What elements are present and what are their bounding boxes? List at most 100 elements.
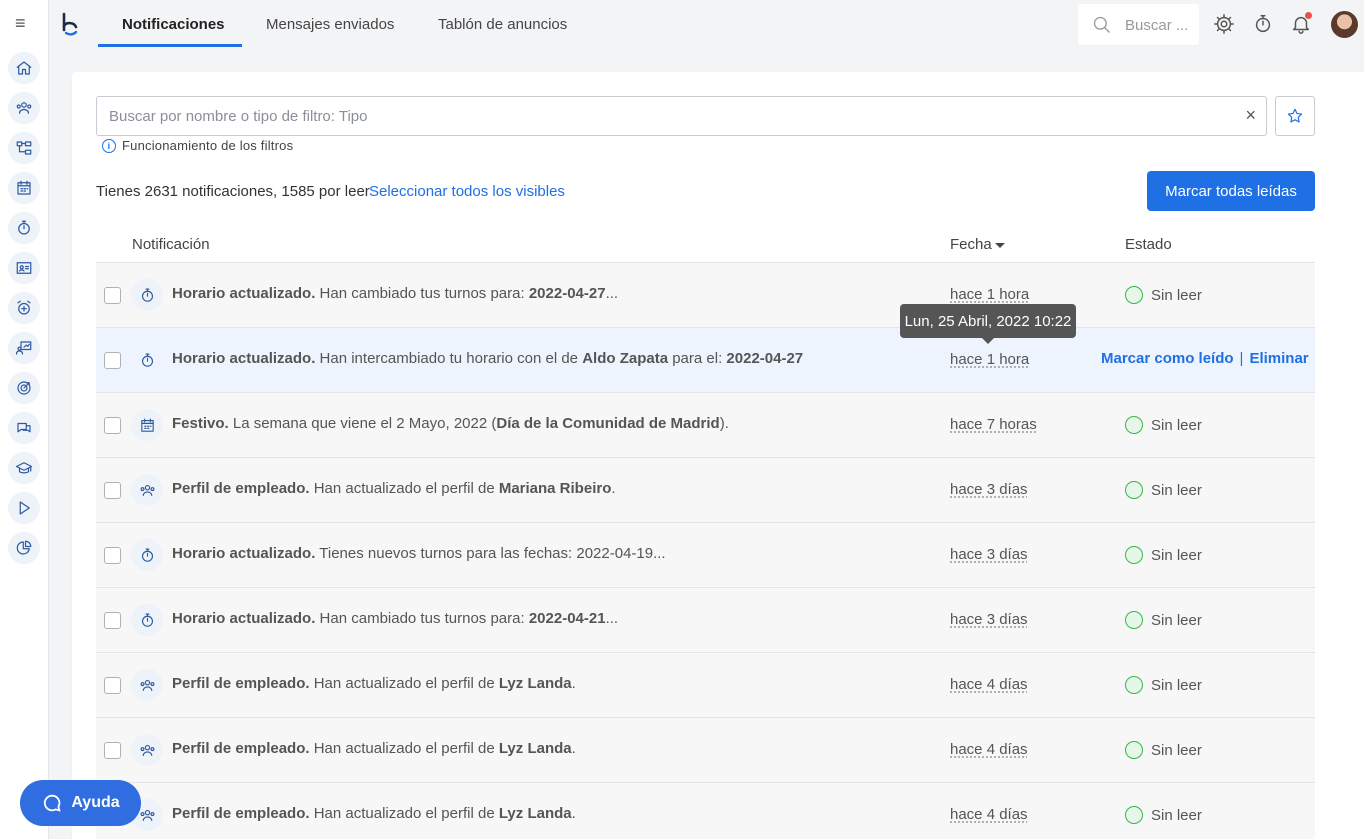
notification-title: Horario actualizado. (172, 285, 316, 302)
table-row[interactable]: Horario actualizado. Tienes nuevos turno… (96, 522, 1315, 587)
status-badge: Sin leer (1125, 286, 1202, 304)
unread-status-icon (1125, 676, 1143, 694)
notification-title: Perfil de empleado. (172, 805, 310, 822)
table-row[interactable]: Horario actualizado. Han cambiado tus tu… (96, 587, 1315, 652)
tab-mensajes-enviados[interactable]: Mensajes enviados (266, 16, 394, 48)
home-icon[interactable] (8, 52, 40, 84)
filters-help-link[interactable]: i Funcionamiento de los filtros (102, 138, 293, 153)
target-icon[interactable] (8, 372, 40, 404)
actions-separator: | (1239, 350, 1244, 367)
notification-tail: ... (605, 285, 619, 302)
stopwatch-icon (131, 344, 163, 376)
clear-filter-icon[interactable]: × (1245, 105, 1256, 126)
table-row[interactable]: Horario actualizado. Han intercambiado t… (96, 327, 1315, 392)
row-checkbox[interactable] (104, 417, 121, 434)
notification-tail: ). (719, 415, 729, 432)
notification-title: Festivo. (172, 415, 229, 432)
notification-body: Han actualizado el perfil de (309, 805, 499, 822)
status-label: Sin leer (1151, 806, 1202, 824)
notification-title: Horario actualizado. (172, 545, 316, 562)
notification-body: Tienes nuevos turnos para las fechas: 20… (315, 545, 666, 562)
menu-icon[interactable]: ≡ (15, 14, 33, 32)
status-label: Sin leer (1151, 416, 1202, 434)
table-row[interactable]: Perfil de empleado. Han actualizado el p… (96, 717, 1315, 782)
notification-tail: ... (605, 610, 619, 627)
table-row[interactable]: Perfil de empleado. Han actualizado el p… (96, 652, 1315, 717)
settings-gear-icon[interactable] (1213, 13, 1235, 35)
id-card-icon[interactable] (8, 252, 40, 284)
table-row[interactable]: Perfil de empleado. Han actualizado el p… (96, 782, 1315, 839)
timer-icon[interactable] (1252, 13, 1274, 35)
filters-help-label: Funcionamiento de los filtros (122, 138, 294, 153)
notification-date[interactable]: hace 4 días (950, 676, 1028, 693)
global-search-input[interactable]: Buscar ... (1078, 4, 1199, 45)
brand-logo-icon[interactable] (61, 12, 81, 38)
notification-highlight-2: 2022-04-27 (726, 350, 804, 367)
top-bar: Notificaciones Mensajes enviados Tablón … (49, 0, 1364, 50)
row-checkbox[interactable] (104, 482, 121, 499)
notification-title: Horario actualizado. (172, 610, 316, 627)
users-icon (131, 734, 163, 766)
notifications-table: Horario actualizado. Han cambiado tus tu… (96, 262, 1315, 839)
favorite-filter-button[interactable] (1275, 96, 1315, 136)
graduation-icon[interactable] (8, 452, 40, 484)
user-avatar[interactable] (1331, 11, 1358, 38)
tab-tablon-de-anuncios[interactable]: Tablón de anuncios (438, 16, 567, 48)
notification-date[interactable]: hace 3 días (950, 546, 1028, 563)
notification-date[interactable]: hace 1 hora (950, 351, 1029, 368)
notification-tail: . (571, 675, 576, 692)
delete-link[interactable]: Eliminar (1249, 350, 1308, 367)
play-icon[interactable] (8, 492, 40, 524)
users-icon (131, 474, 163, 506)
table-row[interactable]: Horario actualizado. Han cambiado tus tu… (96, 262, 1315, 327)
notification-highlight: Aldo Zapata (582, 350, 669, 367)
date-tooltip: Lun, 25 Abril, 2022 10:22 (900, 304, 1076, 344)
row-checkbox[interactable] (104, 287, 121, 304)
chat-icon[interactable] (8, 412, 40, 444)
team-icon[interactable] (8, 92, 40, 124)
notification-tail: para el: (668, 350, 727, 367)
row-checkbox[interactable] (104, 352, 121, 369)
mark-as-read-link[interactable]: Marcar como leído (1101, 350, 1234, 367)
status-label: Sin leer (1151, 611, 1202, 629)
filter-search-input[interactable]: Buscar por nombre o tipo de filtro: Tipo… (96, 96, 1267, 136)
row-checkbox[interactable] (104, 742, 121, 759)
column-header-notification: Notificación (132, 236, 210, 253)
pie-chart-icon[interactable] (8, 532, 40, 564)
select-all-visible-link[interactable]: Seleccionar todos los visibles (369, 183, 565, 200)
notification-date[interactable]: hace 1 hora (950, 286, 1029, 303)
notifications-panel: Buscar por nombre o tipo de filtro: Tipo… (72, 72, 1364, 839)
mark-all-read-button[interactable]: Marcar todas leídas (1147, 171, 1315, 211)
table-row[interactable]: Festivo. La semana que viene el 2 Mayo, … (96, 392, 1315, 457)
org-chart-icon[interactable] (8, 132, 40, 164)
notification-date[interactable]: hace 3 días (950, 481, 1028, 498)
alarm-plus-icon[interactable] (8, 292, 40, 324)
notification-date[interactable]: hace 4 días (950, 741, 1028, 758)
status-badge: Sin leer (1125, 741, 1202, 759)
bell-icon[interactable] (1290, 12, 1312, 35)
calendar-icon[interactable] (8, 172, 40, 204)
notification-text: Perfil de empleado. Han actualizado el p… (172, 675, 576, 692)
unread-status-icon (1125, 611, 1143, 629)
row-actions: Marcar como leído | Eliminar (1101, 350, 1309, 367)
row-checkbox[interactable] (104, 547, 121, 564)
help-button[interactable]: Ayuda (20, 780, 141, 826)
row-checkbox[interactable] (104, 612, 121, 629)
notification-highlight: Mariana Ribeiro (498, 480, 612, 497)
notification-highlight: Lyz Landa (498, 805, 572, 822)
sidebar: ≡ (0, 0, 49, 839)
unread-status-icon (1125, 741, 1143, 759)
presentation-icon[interactable] (8, 332, 40, 364)
status-badge: Sin leer (1125, 676, 1202, 694)
column-header-date[interactable]: Fecha (950, 236, 1005, 253)
unread-status-icon (1125, 806, 1143, 824)
stopwatch-icon[interactable] (8, 212, 40, 244)
status-label: Sin leer (1151, 676, 1202, 694)
notification-date[interactable]: hace 3 días (950, 611, 1028, 628)
unread-status-icon (1125, 416, 1143, 434)
table-row[interactable]: Perfil de empleado. Han actualizado el p… (96, 457, 1315, 522)
row-checkbox[interactable] (104, 677, 121, 694)
notification-date[interactable]: hace 4 días (950, 806, 1028, 823)
users-icon (131, 669, 163, 701)
notification-date[interactable]: hace 7 horas (950, 416, 1037, 433)
